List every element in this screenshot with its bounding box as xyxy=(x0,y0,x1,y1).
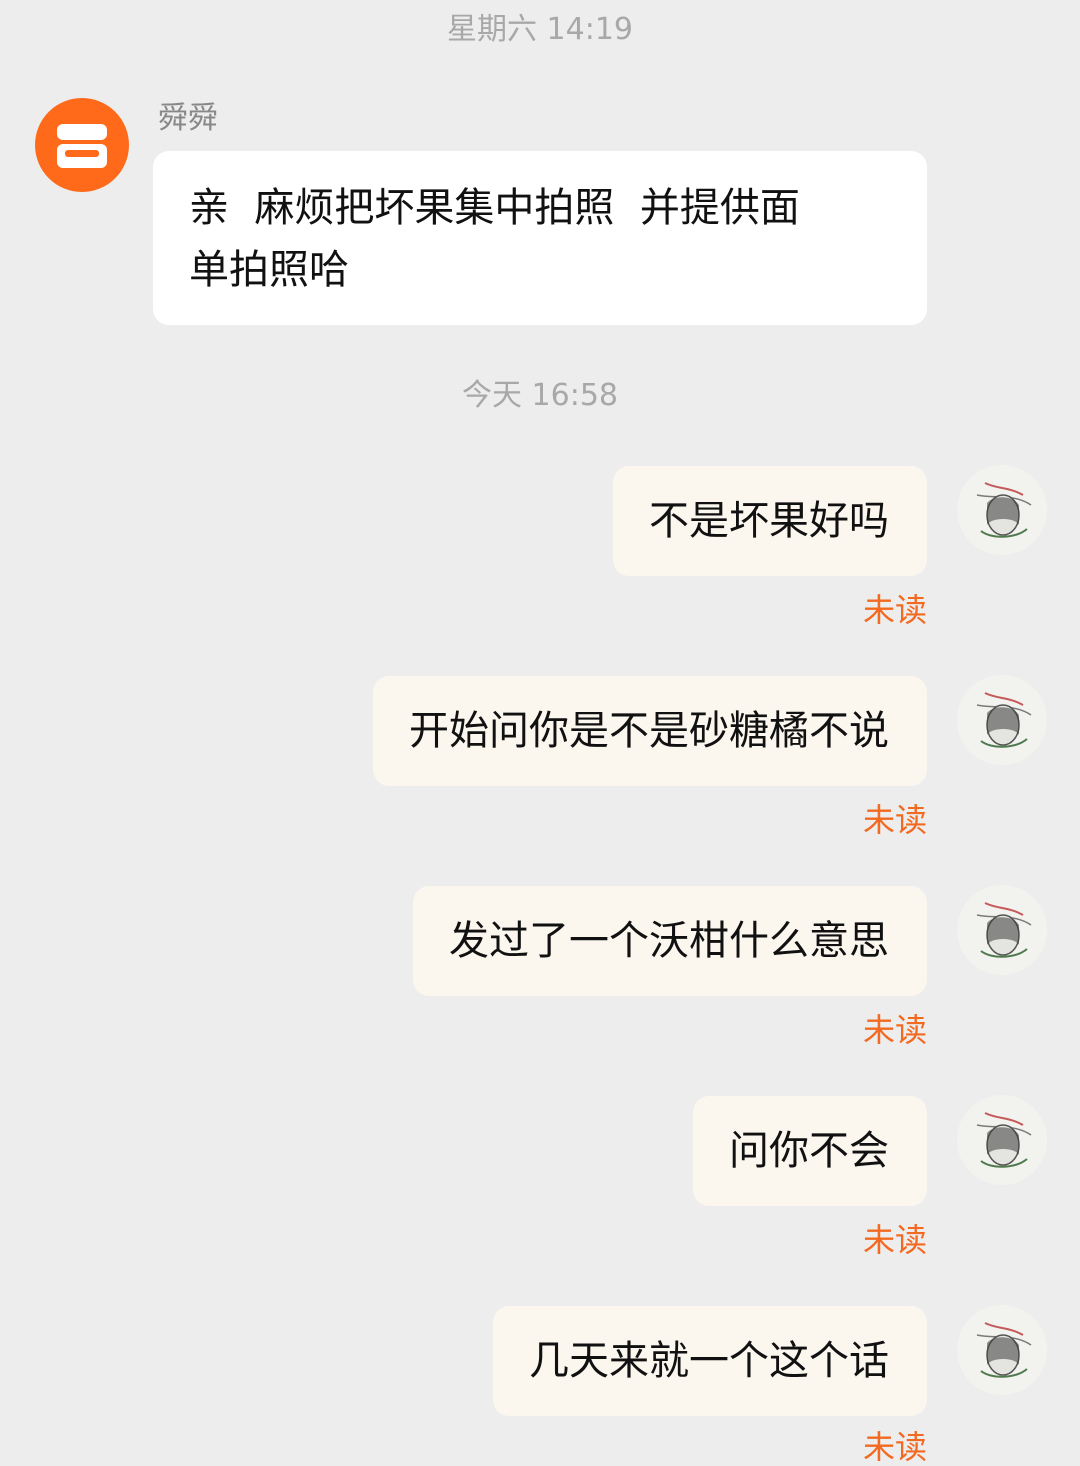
outgoing-message-bubble[interactable]: 发过了一个沃柑什么意思 xyxy=(413,886,927,996)
outgoing-message-bubble[interactable]: 几天来就一个这个话 xyxy=(493,1306,927,1416)
read-status: 未读 xyxy=(862,1011,927,1049)
message-text-line: 亲 麻烦把坏果集中拍照 并提供面 xyxy=(189,185,800,231)
user-avatar-icon xyxy=(957,1095,1047,1185)
timestamp-saturday: 星期六 14:19 xyxy=(447,12,633,47)
shop-avatar[interactable] xyxy=(35,98,129,192)
user-avatar[interactable] xyxy=(957,675,1047,765)
user-avatar-icon xyxy=(957,885,1047,975)
read-status: 未读 xyxy=(862,591,927,629)
user-avatar[interactable] xyxy=(957,1095,1047,1185)
incoming-message-bubble[interactable]: 亲 麻烦把坏果集中拍照 并提供面 单拍照哈 xyxy=(153,151,927,325)
outgoing-message-bubble[interactable]: 开始问你是不是砂糖橘不说 xyxy=(373,676,927,786)
outgoing-message-bubble[interactable]: 问你不会 xyxy=(693,1096,927,1206)
user-avatar-icon xyxy=(957,465,1047,555)
read-status: 未读 xyxy=(862,1221,927,1259)
user-avatar-icon xyxy=(957,675,1047,765)
message-text-line: 单拍照哈 xyxy=(189,247,349,293)
outgoing-message-bubble[interactable]: 不是坏果好吗 xyxy=(613,466,927,576)
user-avatar-icon xyxy=(957,1305,1047,1395)
user-avatar[interactable] xyxy=(957,885,1047,975)
shop-icon xyxy=(57,124,107,168)
user-avatar[interactable] xyxy=(957,465,1047,555)
read-status: 未读 xyxy=(862,1428,927,1466)
user-avatar[interactable] xyxy=(957,1305,1047,1395)
read-status: 未读 xyxy=(862,801,927,839)
timestamp-today: 今天 16:58 xyxy=(462,378,618,413)
contact-name: 舜舜 xyxy=(158,101,218,136)
